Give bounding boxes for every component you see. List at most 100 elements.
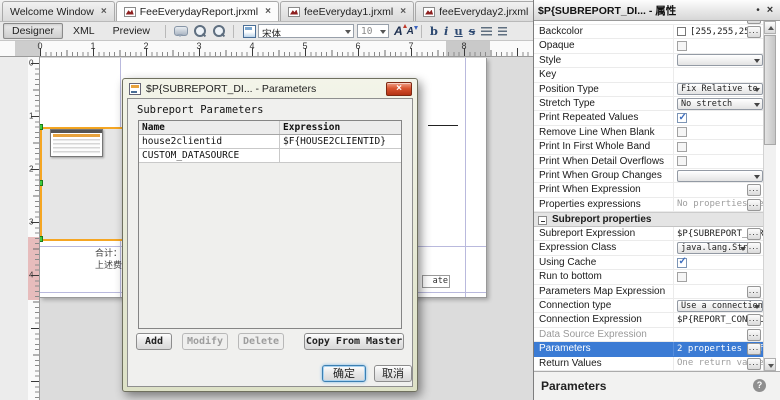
property-row-opaque[interactable]: Opaque <box>534 39 763 53</box>
group-changes-dropdown[interactable] <box>677 170 763 182</box>
column-header-expression[interactable]: Expression <box>280 121 401 134</box>
property-row-print-when-detail-overflows[interactable]: Print When Detail Overflows <box>534 155 763 169</box>
property-row-style[interactable]: Style <box>534 54 763 68</box>
ellipsis-button[interactable] <box>747 184 761 196</box>
ok-button[interactable]: 确定 <box>322 365 366 382</box>
property-row-data-source-expression[interactable]: Data Source Expression <box>534 328 763 342</box>
checkbox[interactable] <box>677 156 687 166</box>
strikethrough-icon[interactable]: s <box>469 24 475 38</box>
ellipsis-button[interactable] <box>747 286 761 298</box>
color-swatch[interactable] <box>677 27 686 36</box>
property-row-connection-type[interactable]: Connection type Use a connection e... <box>534 299 763 313</box>
add-button[interactable]: Add <box>136 333 172 350</box>
zoom-out-icon[interactable] <box>211 24 226 38</box>
table-row[interactable]: house2clientid $F{HOUSE2CLIENTID} <box>139 135 401 149</box>
tab-close-icon[interactable] <box>400 7 406 17</box>
property-row-return-values[interactable]: Return Values One return value defined <box>534 357 763 371</box>
page-format-icon[interactable] <box>241 24 256 38</box>
resize-handle-mid-left[interactable] <box>40 180 43 186</box>
property-row-print-repeated-values[interactable]: Print Repeated Values <box>534 111 763 125</box>
align-left-icon[interactable] <box>481 27 492 36</box>
panel-close-icon[interactable] <box>764 4 776 16</box>
font-family-select[interactable]: 宋体 <box>258 24 354 38</box>
ellipsis-button[interactable] <box>747 26 761 38</box>
scrollbar-thumb[interactable] <box>764 35 776 145</box>
fees-text-element[interactable]: 上述费用 <box>95 258 122 271</box>
column-header-name[interactable]: Name <box>139 121 280 134</box>
preview-view-button[interactable]: Preview <box>105 24 158 38</box>
tab-close-icon[interactable] <box>101 7 107 17</box>
checkbox-checked[interactable] <box>677 258 687 268</box>
zoom-in-icon[interactable] <box>192 24 207 38</box>
connection-type-dropdown[interactable]: Use a connection e... <box>677 300 763 312</box>
ellipsis-button[interactable] <box>747 358 761 370</box>
ellipsis-button[interactable] <box>747 199 761 211</box>
ellipsis-button[interactable] <box>747 329 761 341</box>
property-row-expression-class[interactable]: Expression Class java.lang.String <box>534 241 763 255</box>
comment-icon[interactable] <box>173 24 188 38</box>
dialog-titlebar[interactable]: $P{SUBREPORT_DI... - Parameters <box>123 79 417 98</box>
modify-button[interactable]: Modify <box>182 333 228 350</box>
collapse-icon[interactable] <box>538 216 547 225</box>
property-row-backcolor[interactable]: Backcolor [255,255,255] <box>534 25 763 39</box>
ellipsis-button[interactable] <box>747 228 761 240</box>
property-row-using-cache[interactable]: Using Cache <box>534 256 763 270</box>
ellipsis-button[interactable] <box>747 21 761 24</box>
property-row-key[interactable]: Key <box>534 68 763 82</box>
properties-panel-header[interactable]: $P{SUBREPORT_DI... - 属性 <box>534 0 780 21</box>
align-center-icon[interactable] <box>498 27 507 36</box>
panel-float-icon[interactable] <box>752 5 764 16</box>
tab-feeeveryday1[interactable]: feeEveryday1.jrxml <box>280 1 414 21</box>
ellipsis-button[interactable] <box>747 314 761 326</box>
property-row-remove-line-when-blank[interactable]: Remove Line When Blank <box>534 126 763 140</box>
date-text-element[interactable]: ate () <box>422 275 450 288</box>
property-row-run-to-bottom[interactable]: Run to bottom <box>534 270 763 284</box>
position-type-dropdown[interactable]: Fix Relative to Top <box>677 83 763 95</box>
property-row-print-when-group-changes[interactable]: Print When Group Changes <box>534 169 763 183</box>
tab-close-icon[interactable] <box>265 7 271 17</box>
delete-button[interactable]: Delete <box>238 333 284 350</box>
resize-handle-bottom-left[interactable] <box>40 236 43 242</box>
font-size-select[interactable]: 10 <box>357 24 389 38</box>
property-row-print-in-first-whole-band[interactable]: Print In First Whole Band <box>534 140 763 154</box>
scroll-down-arrow[interactable] <box>764 358 776 371</box>
ellipsis-button[interactable] <box>747 343 761 355</box>
line-element[interactable] <box>428 125 458 126</box>
property-row-properties-expressions[interactable]: Properties expressions No properties set <box>534 198 763 212</box>
increase-font-icon[interactable]: A <box>394 24 403 38</box>
designer-view-button[interactable]: Designer <box>3 23 63 39</box>
bold-icon[interactable]: b <box>430 24 438 38</box>
stretch-type-dropdown[interactable]: No stretch <box>677 98 763 110</box>
italic-icon[interactable]: i <box>444 24 448 38</box>
tab-welcome-window[interactable]: Welcome Window <box>2 1 115 21</box>
ellipsis-button[interactable] <box>747 242 761 254</box>
panel-scrollbar[interactable] <box>763 21 776 371</box>
checkbox-checked[interactable] <box>677 113 687 123</box>
property-row-stretch-type[interactable]: Stretch Type No stretch <box>534 97 763 111</box>
xml-view-button[interactable]: XML <box>65 24 103 38</box>
style-dropdown[interactable] <box>677 54 763 66</box>
checkbox[interactable] <box>677 142 687 152</box>
property-row-connection-expression[interactable]: Connection Expression $P{REPORT_CONNECTI… <box>534 313 763 327</box>
copy-from-master-button[interactable]: Copy From Master <box>304 333 404 350</box>
section-subreport-properties[interactable]: Subreport properties <box>534 212 763 227</box>
tab-feeeverydayreport[interactable]: FeeEverydayReport.jrxml <box>116 1 279 21</box>
dialog-close-button[interactable] <box>386 82 412 96</box>
underline-icon[interactable]: u <box>454 24 462 38</box>
checkbox[interactable] <box>677 41 687 51</box>
help-question-icon[interactable] <box>753 379 766 392</box>
property-row-print-when-expression[interactable]: Print When Expression <box>534 183 763 197</box>
property-row-parameters-map-expression[interactable]: Parameters Map Expression <box>534 285 763 299</box>
property-row-parameters[interactable]: Parameters 2 properties defined <box>534 342 763 356</box>
scroll-up-arrow[interactable] <box>764 21 776 34</box>
cancel-button[interactable]: 取消 <box>374 365 412 382</box>
resize-handle-top-left[interactable] <box>40 124 43 130</box>
expression-class-dropdown[interactable]: java.lang.String <box>677 242 749 254</box>
table-row[interactable]: CUSTOM_DATASOURCE <box>139 149 401 163</box>
decrease-font-icon[interactable]: A <box>407 26 414 37</box>
tab-feeeveryday2[interactable]: feeEveryday2.jrxml <box>415 1 549 21</box>
checkbox[interactable] <box>677 272 687 282</box>
checkbox[interactable] <box>677 127 687 137</box>
property-row-subreport-expression[interactable]: Subreport Expression $P{SUBREPORT_DIR} +… <box>534 227 763 241</box>
property-row-position-type[interactable]: Position Type Fix Relative to Top <box>534 83 763 97</box>
